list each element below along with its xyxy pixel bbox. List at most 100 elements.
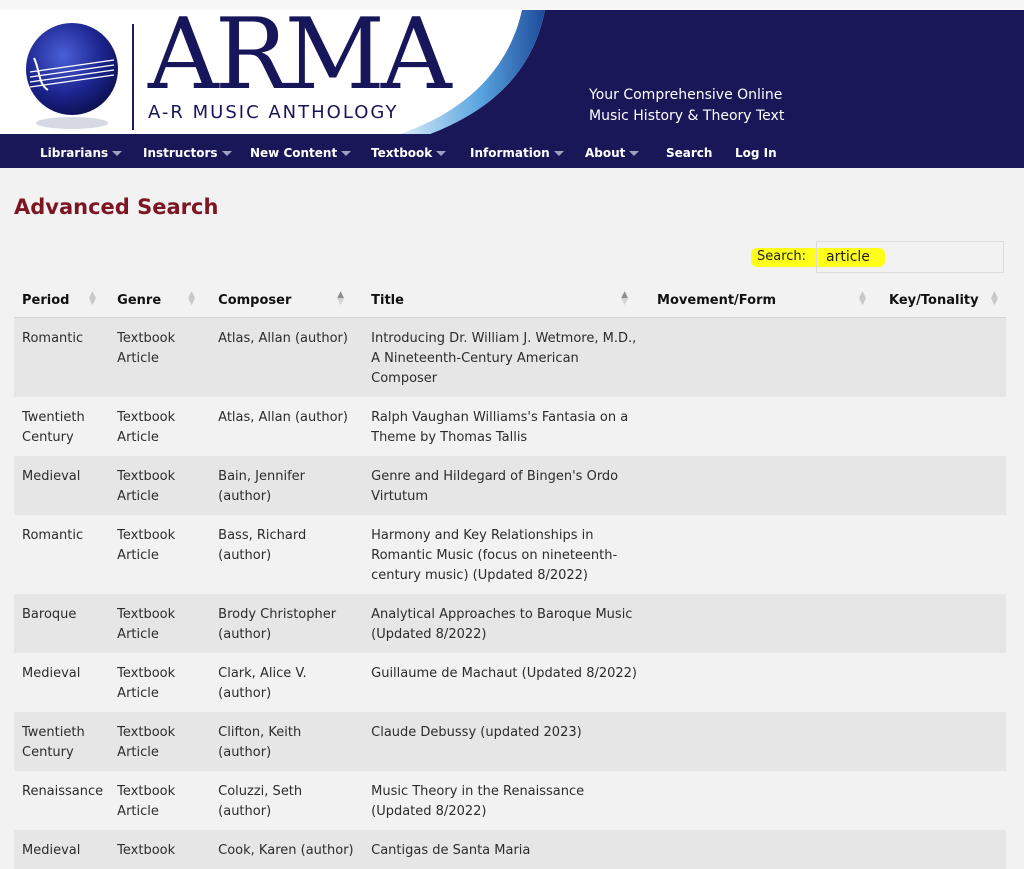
cell-movement: [649, 771, 881, 830]
cell-key: [881, 317, 1006, 397]
column-header-movement[interactable]: Movement/Form ▲ ▼: [649, 283, 881, 318]
nav-label: About: [585, 146, 626, 160]
tagline-line-1: Your Comprehensive Online: [589, 87, 783, 103]
nav-about[interactable]: About: [585, 134, 640, 168]
cell-genre: Textbook Article: [109, 594, 211, 653]
cell-composer: Cook, Karen (author): [210, 830, 364, 869]
cell-composer: Clifton, Keith (author): [210, 712, 364, 771]
cell-movement: [649, 594, 881, 653]
nav-librarians[interactable]: Librarians: [40, 134, 123, 168]
cell-title: Ralph Vaughan Williams's Fantasia on a T…: [363, 397, 650, 456]
column-header-period[interactable]: Period ▲ ▼: [14, 283, 110, 318]
nav-new-content[interactable]: New Content: [250, 134, 352, 168]
cell-period: Baroque: [14, 594, 110, 653]
nav-information[interactable]: Information: [470, 134, 564, 168]
table-row[interactable]: Medieval Textbook Article Bain, Jennifer…: [14, 456, 1006, 515]
column-header-title[interactable]: Title ▲ ▼: [363, 283, 650, 318]
logo-shadow: [36, 117, 108, 129]
chevron-down-icon: [221, 151, 232, 156]
cell-genre: Textbook Article: [109, 653, 211, 712]
sort-ascending-icon: ▲ ▼: [337, 290, 345, 307]
cell-genre: Textbook: [109, 830, 211, 869]
nav-label: Search: [666, 146, 713, 160]
table-row[interactable]: Baroque Textbook Article Brody Christoph…: [14, 594, 1006, 653]
logo-divider: [132, 24, 134, 130]
cell-key: [881, 653, 1006, 712]
chevron-down-icon: [341, 151, 352, 156]
sort-icon: ▲ ▼: [188, 290, 196, 307]
cell-genre: Textbook Article: [109, 712, 211, 771]
cell-title: Cantigas de Santa Maria: [363, 830, 650, 869]
cell-title: Introducing Dr. William J. Wetmore, M.D.…: [363, 317, 650, 397]
results-table: Period ▲ ▼ Genre ▲ ▼ Composer ▲ ▼ Title ▲ ▼ Move…: [14, 283, 1006, 869]
cell-key: [881, 515, 1006, 594]
chevron-down-icon: [112, 151, 123, 156]
table-row[interactable]: Twentieth Century Textbook Article Clift…: [14, 712, 1006, 771]
cell-period: Medieval: [14, 653, 110, 712]
cell-composer: Bass, Richard (author): [210, 515, 364, 594]
site-tagline: Your Comprehensive Online Music History …: [589, 85, 784, 127]
nav-search[interactable]: Search: [666, 134, 712, 168]
cell-title: Analytical Approaches to Baroque Music (…: [363, 594, 650, 653]
column-header-genre[interactable]: Genre ▲ ▼: [109, 283, 211, 318]
cell-genre: Textbook Article: [109, 515, 211, 594]
nav-label: Log In: [735, 146, 777, 160]
cell-period: Romantic: [14, 317, 110, 397]
cell-composer: Coluzzi, Seth (author): [210, 771, 364, 830]
nav-login[interactable]: Log In: [735, 134, 777, 168]
cell-movement: [649, 830, 881, 869]
logo-wordmark: ARMA: [148, 10, 452, 112]
main-nav: Librarians Instructors New Content Textb…: [0, 134, 1024, 168]
cell-movement: [649, 712, 881, 771]
cell-key: [881, 397, 1006, 456]
cell-key: [881, 594, 1006, 653]
cell-movement: [649, 653, 881, 712]
nav-textbook[interactable]: Textbook: [371, 134, 447, 168]
table-row[interactable]: Romantic Textbook Article Bass, Richard …: [14, 515, 1006, 594]
cell-period: Medieval: [14, 456, 110, 515]
cell-composer: Clark, Alice V. (author): [210, 653, 364, 712]
site-banner: ARMA A-R MUSIC ANTHOLOGY Your Comprehens…: [0, 10, 1024, 134]
cell-genre: Textbook Article: [109, 397, 211, 456]
cell-period: Twentieth Century: [14, 712, 110, 771]
column-header-key[interactable]: Key/Tonality ▲ ▼: [881, 283, 1006, 318]
nav-label: Information: [470, 146, 550, 160]
table-row[interactable]: Romantic Textbook Article Atlas, Allan (…: [14, 317, 1006, 397]
column-header-label: Title: [371, 292, 404, 308]
nav-label: Librarians: [40, 146, 109, 160]
column-header-label: Period: [22, 292, 70, 308]
cell-composer: Atlas, Allan (author): [210, 397, 364, 456]
cell-key: [881, 830, 1006, 869]
table-row[interactable]: Renaissance Textbook Article Coluzzi, Se…: [14, 771, 1006, 830]
search-label: Search:: [757, 249, 807, 264]
cell-movement: [649, 515, 881, 594]
cell-genre: Textbook Article: [109, 771, 211, 830]
logo-subtitle: A-R MUSIC ANTHOLOGY: [148, 102, 399, 123]
logo-orb: [26, 23, 118, 115]
chevron-down-icon: [629, 151, 640, 156]
sort-icon: ▲ ▼: [89, 290, 96, 307]
column-header-label: Genre: [117, 292, 162, 308]
search-input[interactable]: [816, 241, 1004, 273]
cell-genre: Textbook Article: [109, 317, 211, 397]
tagline-line-2: Music History & Theory Text: [589, 108, 785, 124]
cell-period: Medieval: [14, 830, 110, 869]
cell-composer: Bain, Jennifer (author): [210, 456, 364, 515]
page-title: Advanced Search: [14, 195, 219, 219]
top-strip: [0, 0, 1024, 10]
column-header-label: Key/Tonality: [889, 292, 979, 308]
cell-title: Guillaume de Machaut (Updated 8/2022): [363, 653, 650, 712]
nav-instructors[interactable]: Instructors: [143, 134, 232, 168]
sort-icon: ▲ ▼: [859, 290, 866, 307]
cell-title: Harmony and Key Relationships in Romanti…: [363, 515, 650, 594]
table-row[interactable]: Twentieth Century Textbook Article Atlas…: [14, 397, 1006, 456]
table-row[interactable]: Medieval Textbook Cook, Karen (author) C…: [14, 830, 1006, 869]
table-row[interactable]: Medieval Textbook Article Clark, Alice V…: [14, 653, 1006, 712]
cell-composer: Atlas, Allan (author): [210, 317, 364, 397]
cell-movement: [649, 397, 881, 456]
sort-icon: ▲ ▼: [991, 290, 998, 307]
column-header-composer[interactable]: Composer ▲ ▼: [210, 283, 364, 318]
cell-period: Twentieth Century: [14, 397, 110, 456]
cell-movement: [649, 456, 881, 515]
chevron-down-icon: [436, 151, 447, 156]
